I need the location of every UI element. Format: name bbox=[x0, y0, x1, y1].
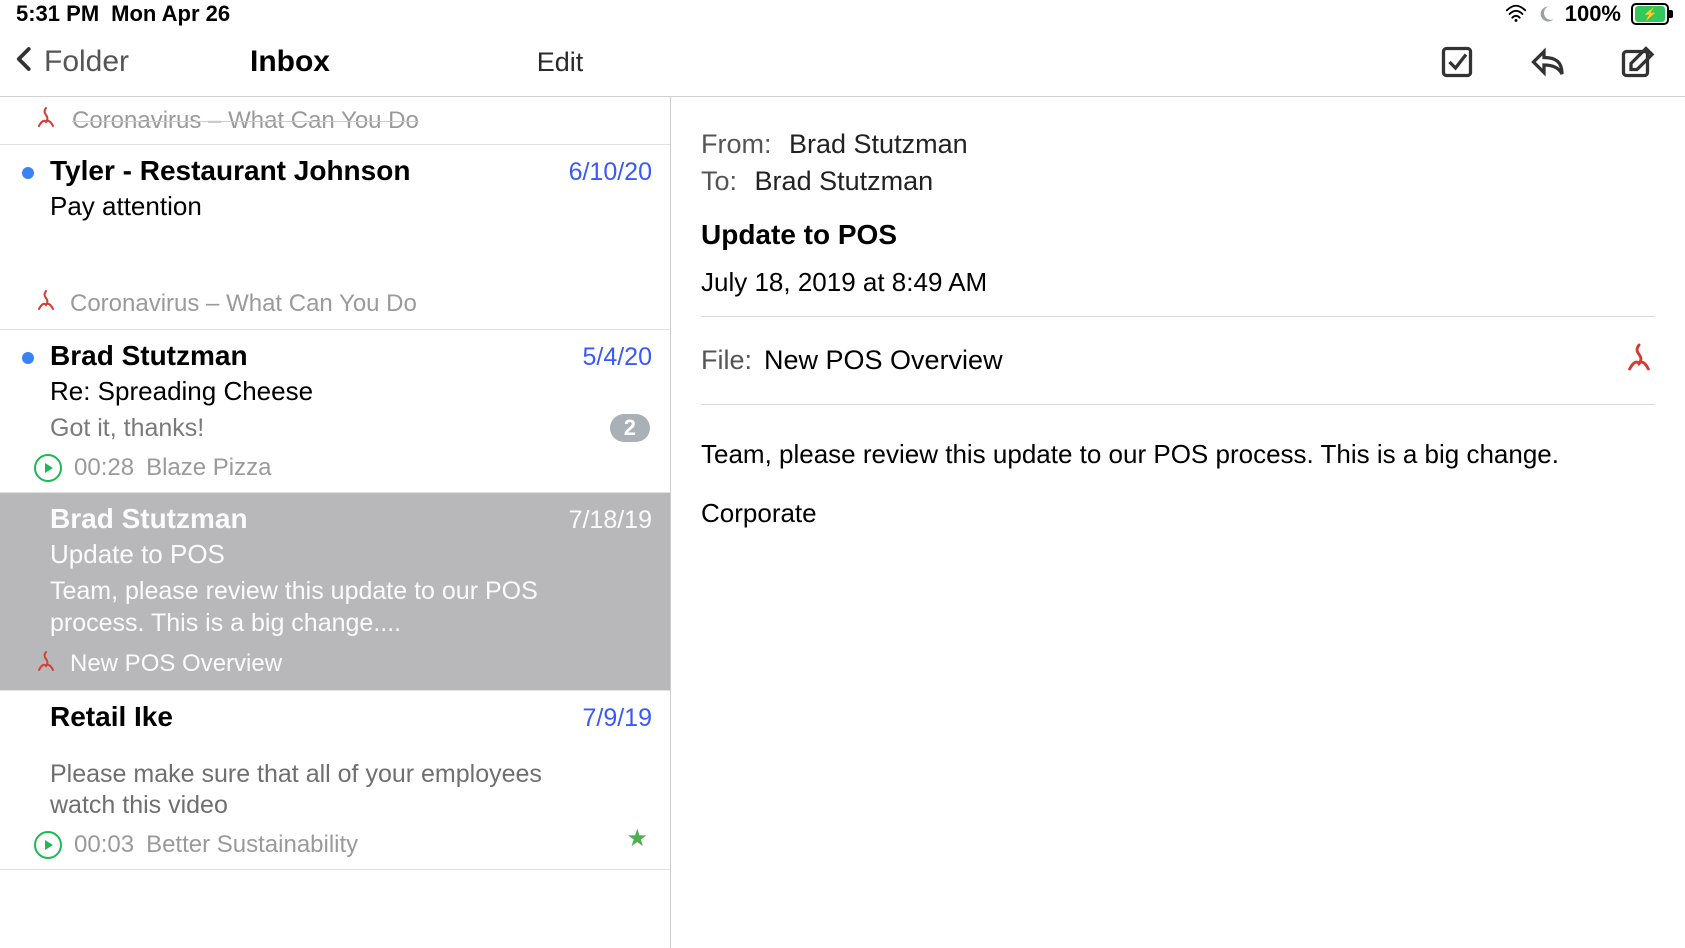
chevron-left-icon bbox=[10, 44, 40, 80]
file-label: File: bbox=[701, 345, 752, 376]
from-value[interactable]: Brad Stutzman bbox=[789, 129, 968, 159]
page-title: Inbox bbox=[250, 45, 330, 79]
compose-icon[interactable] bbox=[1617, 42, 1657, 82]
list-item[interactable]: Tyler - Restaurant Johnson 6/10/20 Pay a… bbox=[0, 145, 670, 330]
pdf-icon bbox=[1623, 341, 1655, 380]
list-item-attachment[interactable]: Coronavirus – What Can You Do bbox=[0, 97, 670, 145]
message-subject: Update to POS bbox=[50, 539, 652, 570]
sender-name: Tyler - Restaurant Johnson bbox=[50, 155, 410, 187]
attachment-duration: 00:03 bbox=[74, 831, 134, 859]
message-subject bbox=[50, 737, 652, 741]
list-item-attachment[interactable]: New POS Overview bbox=[34, 649, 652, 680]
message-preview: Team, please review this update to our P… bbox=[50, 576, 590, 639]
file-name: New POS Overview bbox=[764, 345, 1003, 376]
edit-button[interactable]: Edit bbox=[537, 47, 584, 78]
attachment-label: New POS Overview bbox=[70, 650, 282, 678]
detail-subject: Update to POS bbox=[701, 219, 1655, 251]
message-subject: Re: Spreading Cheese bbox=[50, 376, 652, 407]
body-line: Team, please review this update to our P… bbox=[701, 435, 1655, 474]
attachment-label: Better Sustainability bbox=[146, 831, 358, 859]
thread-count-badge: 2 bbox=[610, 414, 650, 442]
attachment-duration: 00:28 bbox=[74, 454, 134, 482]
detail-datetime: July 18, 2019 at 8:49 AM bbox=[701, 267, 1655, 298]
battery-icon: ⚡ bbox=[1631, 3, 1669, 25]
message-subject: Pay attention bbox=[50, 191, 652, 222]
status-bar: 5:31 PM Mon Apr 26 100% ⚡ bbox=[0, 0, 1685, 28]
back-button[interactable]: Folder bbox=[0, 44, 129, 80]
checkbox-icon[interactable] bbox=[1437, 42, 1477, 82]
attachment-label: Coronavirus – What Can You Do bbox=[72, 107, 419, 135]
sender-name: Brad Stutzman bbox=[50, 503, 248, 535]
pdf-icon bbox=[34, 649, 58, 680]
status-date: Mon Apr 26 bbox=[111, 1, 230, 27]
from-label: From: bbox=[701, 129, 772, 159]
pdf-icon bbox=[34, 105, 58, 136]
message-date: 7/18/19 bbox=[569, 506, 652, 535]
play-icon bbox=[34, 454, 62, 482]
message-date: 7/9/19 bbox=[582, 704, 652, 733]
status-time: 5:31 PM bbox=[16, 1, 99, 27]
body-line: Corporate bbox=[701, 494, 1655, 533]
attachment-row[interactable]: File: New POS Overview bbox=[701, 317, 1655, 405]
attachment-label: Blaze Pizza bbox=[146, 454, 271, 482]
message-list[interactable]: Coronavirus – What Can You Do Tyler - Re… bbox=[0, 97, 671, 948]
attachment-label: Coronavirus – What Can You Do bbox=[70, 290, 417, 318]
to-label: To: bbox=[701, 166, 737, 196]
list-item[interactable]: Brad Stutzman 7/18/19 Update to POS Team… bbox=[0, 493, 670, 691]
list-item-attachment[interactable]: Coronavirus – What Can You Do bbox=[34, 288, 652, 319]
star-icon: ★ bbox=[626, 824, 648, 853]
message-preview: Got it, thanks! bbox=[50, 413, 590, 444]
back-label: Folder bbox=[44, 45, 129, 79]
unread-dot-icon bbox=[22, 352, 34, 364]
reply-icon[interactable] bbox=[1527, 42, 1567, 82]
wifi-icon bbox=[1505, 3, 1527, 25]
sender-name: Retail Ike bbox=[50, 701, 173, 733]
play-icon bbox=[34, 831, 62, 859]
unread-dot-icon bbox=[22, 167, 34, 179]
message-body: Team, please review this update to our P… bbox=[701, 435, 1655, 533]
message-date: 5/4/20 bbox=[582, 343, 652, 372]
pdf-icon bbox=[34, 288, 58, 319]
message-date: 6/10/20 bbox=[569, 158, 652, 187]
list-item[interactable]: Brad Stutzman 5/4/20 Re: Spreading Chees… bbox=[0, 330, 670, 493]
list-item-attachment[interactable]: 00:03 Better Sustainability bbox=[34, 831, 652, 859]
list-item-attachment[interactable]: 00:28 Blaze Pizza bbox=[34, 454, 652, 482]
to-value[interactable]: Brad Stutzman bbox=[755, 166, 934, 196]
battery-text: 100% bbox=[1565, 1, 1621, 27]
message-preview: Please make sure that all of your employ… bbox=[50, 759, 590, 822]
sender-name: Brad Stutzman bbox=[50, 340, 248, 372]
message-detail: From: Brad Stutzman To: Brad Stutzman Up… bbox=[671, 97, 1685, 948]
toolbar: Folder Inbox Edit bbox=[0, 28, 1685, 97]
list-item[interactable]: Retail Ike 7/9/19 Please make sure that … bbox=[0, 691, 670, 871]
moon-icon bbox=[1537, 5, 1555, 23]
